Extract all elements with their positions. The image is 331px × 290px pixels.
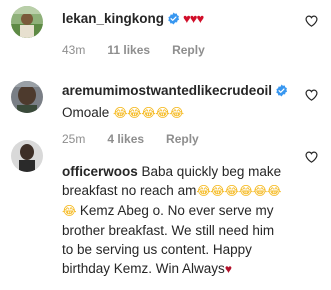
avatar[interactable] — [11, 6, 43, 38]
verified-badge-icon — [275, 84, 288, 102]
avatar[interactable] — [11, 81, 43, 113]
heart-outline-icon[interactable] — [305, 88, 318, 101]
laughing-emoji: 😂😂😂😂😂😂 — [196, 184, 281, 198]
comment-username[interactable]: lekan_kingkong — [62, 11, 164, 26]
comment-time: 43m — [62, 43, 86, 57]
hearts-emoji: ♥♥♥ — [183, 11, 204, 26]
comment-text-line-2: breakfast no reach am — [62, 183, 197, 198]
comment-text-line-4: brother breakfast. We still need him — [62, 223, 275, 238]
verified-badge-icon — [167, 12, 180, 30]
comment-text-line-3: Kemz Abeg o. No ever serve my — [79, 203, 274, 218]
heart-outline-icon[interactable] — [305, 150, 318, 163]
comment-meta: 25m 4 likes Reply — [62, 132, 221, 146]
comment-likes[interactable]: 11 likes — [107, 43, 150, 57]
comment-likes[interactable]: 4 likes — [107, 132, 144, 146]
laughing-emoji: 😂 — [62, 204, 77, 218]
comment-meta: 43m 11 likes Reply — [62, 43, 227, 57]
comment-text-line-5: to be serving us content. Happy — [62, 242, 252, 257]
reply-button[interactable]: Reply — [166, 132, 199, 146]
comment-username[interactable]: aremumimostwantedlikecrudeoil — [62, 83, 272, 98]
laughing-emoji: 😂😂😂😂😂 — [113, 106, 184, 120]
heart-outline-icon[interactable] — [305, 14, 318, 27]
comment-text: Omoale — [62, 105, 110, 120]
avatar[interactable] — [11, 140, 43, 172]
red-heart-emoji: ♥ — [224, 262, 232, 276]
reply-button[interactable]: Reply — [172, 43, 205, 57]
comment-text-line-6: birthday Kemz. Win Always — [62, 261, 225, 276]
comment-text-line-1: Baba quickly beg make — [141, 164, 282, 179]
comment-username[interactable]: officerwoos — [62, 164, 138, 179]
comment-time: 25m — [62, 132, 86, 146]
